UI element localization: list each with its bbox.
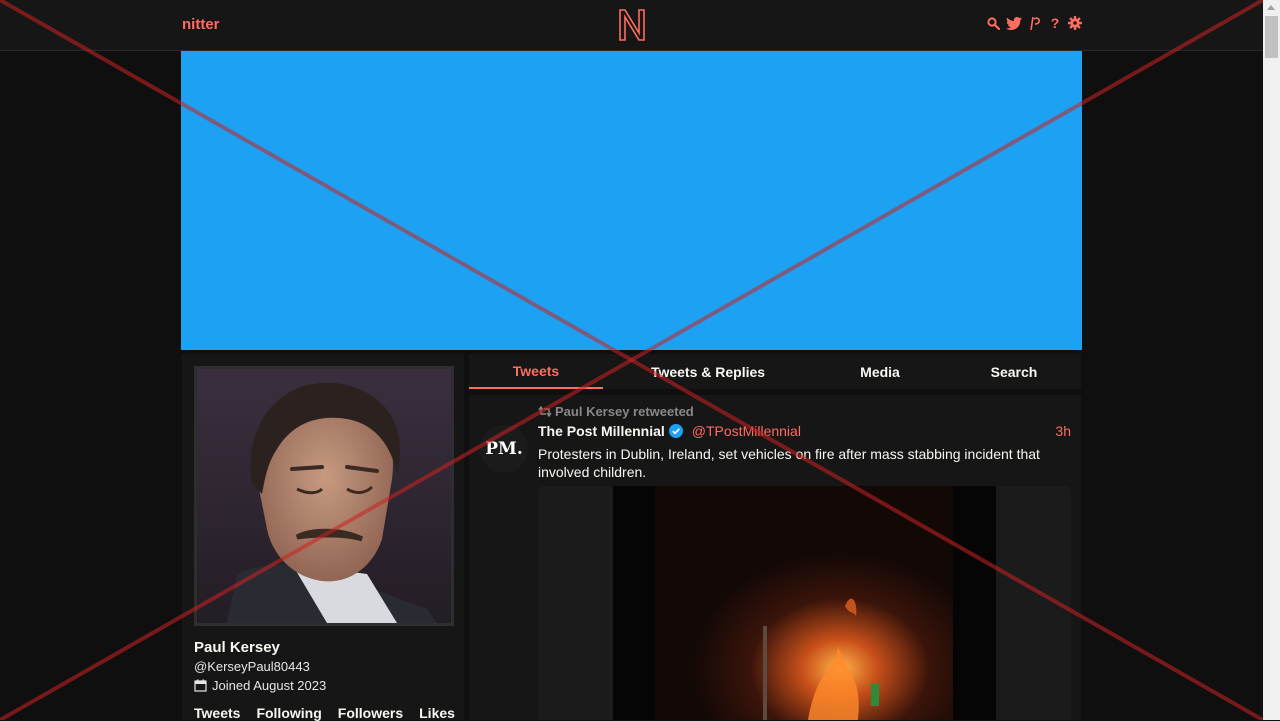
retweet-icon — [538, 406, 552, 417]
settings-gear-icon[interactable] — [1068, 15, 1082, 31]
nav-icon-group: ? — [986, 15, 1082, 31]
profile-username[interactable]: @KerseyPaul80443 — [194, 659, 310, 674]
profile-banner[interactable] — [181, 51, 1082, 350]
tweet-username[interactable]: @TPostMillennial — [692, 423, 801, 439]
tweet-avatar[interactable]: PM. — [480, 425, 528, 473]
tab-media[interactable]: Media — [813, 354, 947, 389]
profile-fullname[interactable]: Paul Kersey — [194, 639, 280, 656]
timeline-tabs: Tweets Tweets & Replies Media Search — [469, 354, 1081, 389]
retweet-label: Paul Kersey retweeted — [555, 404, 694, 419]
timeline: Paul Kersey retweeted PM. The Post Mille… — [469, 395, 1081, 720]
scroll-up-arrow-icon[interactable] — [1267, 5, 1275, 10]
stat-followers[interactable]: Followers — [338, 705, 403, 721]
tweet-video-thumbnail[interactable] — [613, 486, 996, 720]
profile-card: Paul Kersey @KerseyPaul80443 Joined Augu… — [182, 354, 464, 721]
stat-likes[interactable]: Likes — [419, 705, 455, 721]
tab-tweets-replies[interactable]: Tweets & Replies — [603, 354, 813, 389]
retweet-header: Paul Kersey retweeted — [538, 404, 694, 419]
profile-joined-text: Joined August 2023 — [212, 678, 327, 693]
stat-tweets[interactable]: Tweets — [194, 705, 240, 721]
stat-following[interactable]: Following — [256, 705, 321, 721]
profile-avatar[interactable] — [194, 366, 454, 626]
page-scrollbar[interactable] — [1263, 0, 1280, 720]
tweet-header: The Post Millennial @TPostMillennial — [538, 423, 801, 439]
tweet-text: Protesters in Dublin, Ireland, set vehic… — [538, 446, 1040, 480]
twitter-bird-icon[interactable] — [1006, 15, 1022, 31]
top-navbar: nitter ? — [0, 0, 1263, 51]
tweet-fullname[interactable]: The Post Millennial — [538, 423, 665, 439]
brand-link[interactable]: nitter — [182, 16, 220, 33]
rss-icon[interactable] — [1028, 15, 1042, 31]
nitter-logo-icon[interactable] — [617, 7, 647, 43]
calendar-icon — [194, 679, 207, 692]
profile-stats: Tweets Following Followers Likes — [194, 705, 455, 721]
verified-badge-icon — [668, 424, 683, 438]
help-icon[interactable]: ? — [1048, 15, 1062, 31]
profile-joined: Joined August 2023 — [194, 678, 326, 693]
tweet-date[interactable]: 3h — [1055, 423, 1071, 439]
tab-tweets[interactable]: Tweets — [469, 354, 603, 389]
tab-search[interactable]: Search — [947, 354, 1081, 389]
tweet-item[interactable]: Paul Kersey retweeted PM. The Post Mille… — [469, 395, 1081, 720]
tweet-media-container — [538, 486, 1071, 720]
scrollbar-thumb[interactable] — [1265, 16, 1278, 58]
search-icon[interactable] — [986, 15, 1000, 31]
